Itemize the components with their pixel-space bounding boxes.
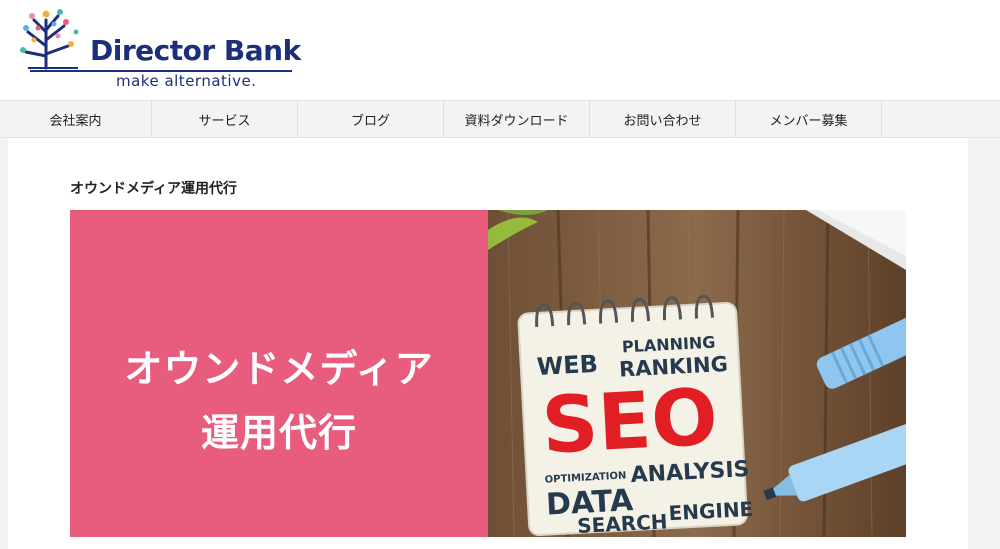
banner-headline-line2: 運用代行: [200, 411, 357, 455]
notebook-word-engine: ENGINE: [668, 497, 754, 525]
main-content: オウンドメディア運用代行 オウンドメディア 運用代行 WEB PLANNING …: [8, 138, 968, 549]
logo-name-part1: Director: [90, 34, 215, 67]
page-title: オウンドメディア運用代行: [70, 181, 238, 197]
nav-item-recruit[interactable]: メンバー募集: [736, 101, 882, 137]
logo-title: Director Bank: [90, 34, 301, 67]
hero-banner: オウンドメディア 運用代行 WEB PLANNING RANKING SEO O…: [70, 210, 906, 537]
notebook-word-search: SEARCH: [577, 509, 669, 537]
notebook-word-seo: SEO: [540, 373, 720, 472]
banner-photo-panel: WEB PLANNING RANKING SEO OPTIMIZATION AN…: [488, 210, 906, 537]
logo-tagline: make alternative.: [116, 72, 257, 90]
nav-item-downloads[interactable]: 資料ダウンロード: [444, 101, 590, 137]
tree-logo-icon: [20, 9, 79, 70]
nav-item-company[interactable]: 会社案内: [0, 101, 152, 137]
site-header: Director Bank make alternative.: [0, 0, 1000, 100]
banner-headline-line1: オウンドメディア: [124, 347, 434, 391]
nav-item-services[interactable]: サービス: [152, 101, 298, 137]
banner-text-panel: オウンドメディア 運用代行: [70, 210, 488, 537]
notebook-word-web: WEB: [536, 350, 599, 381]
nav-item-contact[interactable]: お問い合わせ: [590, 101, 736, 137]
seo-notebook-photo: WEB PLANNING RANKING SEO OPTIMIZATION AN…: [488, 210, 906, 537]
logo-name-part2: Bank: [223, 34, 301, 67]
nav-item-blog[interactable]: ブログ: [298, 101, 444, 137]
site-logo[interactable]: Director Bank make alternative.: [18, 6, 301, 90]
global-nav: 会社案内 サービス ブログ 資料ダウンロード お問い合わせ メンバー募集: [0, 100, 1000, 138]
